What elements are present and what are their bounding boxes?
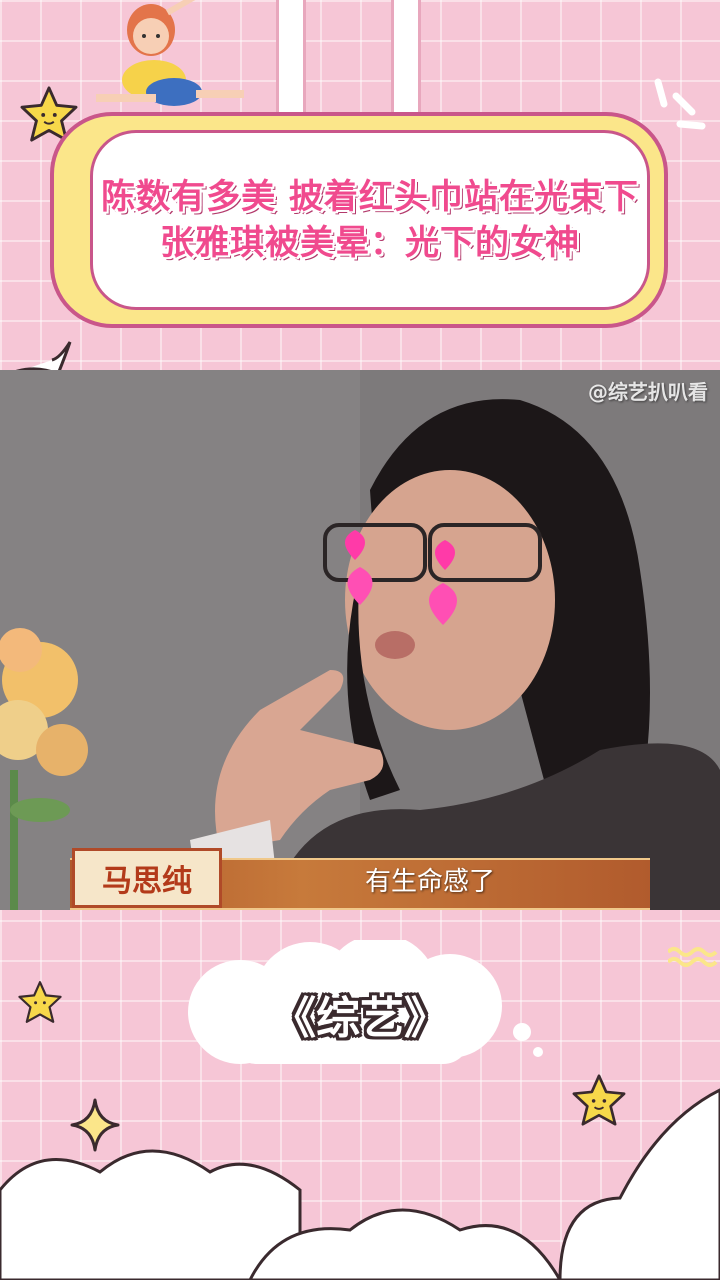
video-subtitle: 有生命感了 [364, 867, 495, 897]
title-line-2: 张雅琪被美晕：光下的女神 [160, 223, 580, 263]
dancer-girl-sticker [96, 0, 244, 106]
video-scene-illustration [0, 370, 720, 910]
sparkle-lines-icon [654, 78, 706, 130]
title-line-1: 陈数有多美 披着红头巾站在光束下 [101, 177, 639, 217]
top-stripe-left [276, 0, 306, 115]
title-banner: 陈数有多美 披着红头巾站在光束下 张雅琪被美晕：光下的女神 [90, 130, 650, 310]
bottom-clouds [0, 1088, 720, 1280]
wave-deco-icon [668, 947, 718, 967]
speaker-name-tag: 马思纯 [72, 848, 222, 908]
category-label: 《综艺》 [272, 993, 448, 1044]
watermark-text: @综艺扒叭看 [588, 380, 708, 404]
top-stripe-right [391, 0, 421, 115]
small-star-icon [18, 981, 62, 1023]
video-frame[interactable]: @综艺扒叭看 马思纯 有生命感了 [0, 370, 720, 910]
